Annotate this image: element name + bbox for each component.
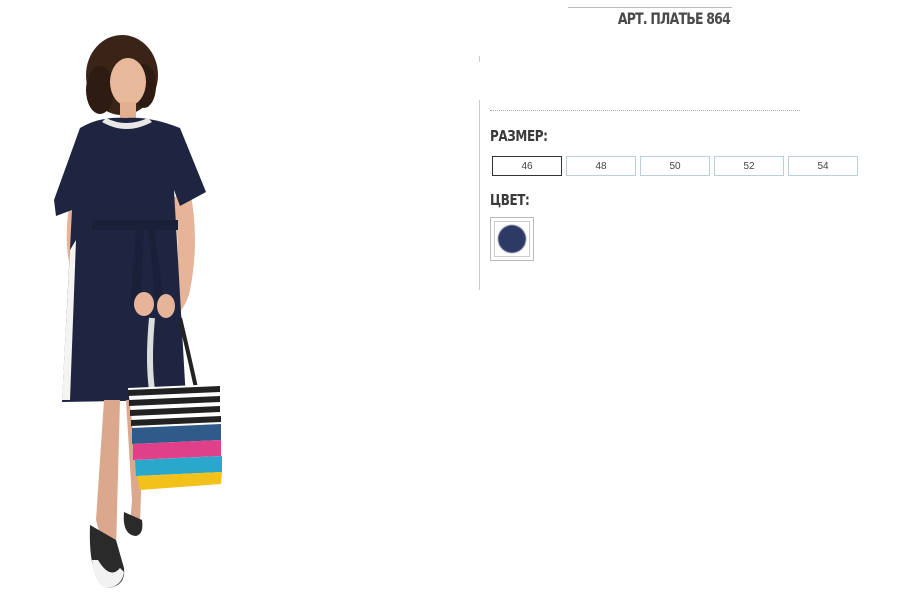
size-option-52[interactable]: 52	[714, 156, 784, 176]
options-dotted-divider	[490, 110, 800, 111]
size-options: 46 48 50 52 54	[492, 156, 858, 176]
options-panel-divider	[479, 100, 480, 290]
color-swatch-frame	[494, 221, 530, 257]
size-option-54[interactable]: 54	[788, 156, 858, 176]
divider-tick	[479, 56, 480, 62]
color-label: ЦВЕТ:	[490, 191, 530, 209]
size-label: РАЗМЕР:	[490, 127, 548, 145]
size-option-50[interactable]: 50	[640, 156, 710, 176]
size-option-46[interactable]: 46	[492, 156, 562, 176]
product-title: АРТ. ПЛАТЬЕ 864	[617, 9, 731, 28]
color-swatch-icon	[498, 225, 526, 253]
header-top-rule	[568, 7, 732, 8]
product-photo	[54, 35, 222, 588]
size-option-48[interactable]: 48	[566, 156, 636, 176]
color-swatch-navy[interactable]	[490, 217, 534, 261]
